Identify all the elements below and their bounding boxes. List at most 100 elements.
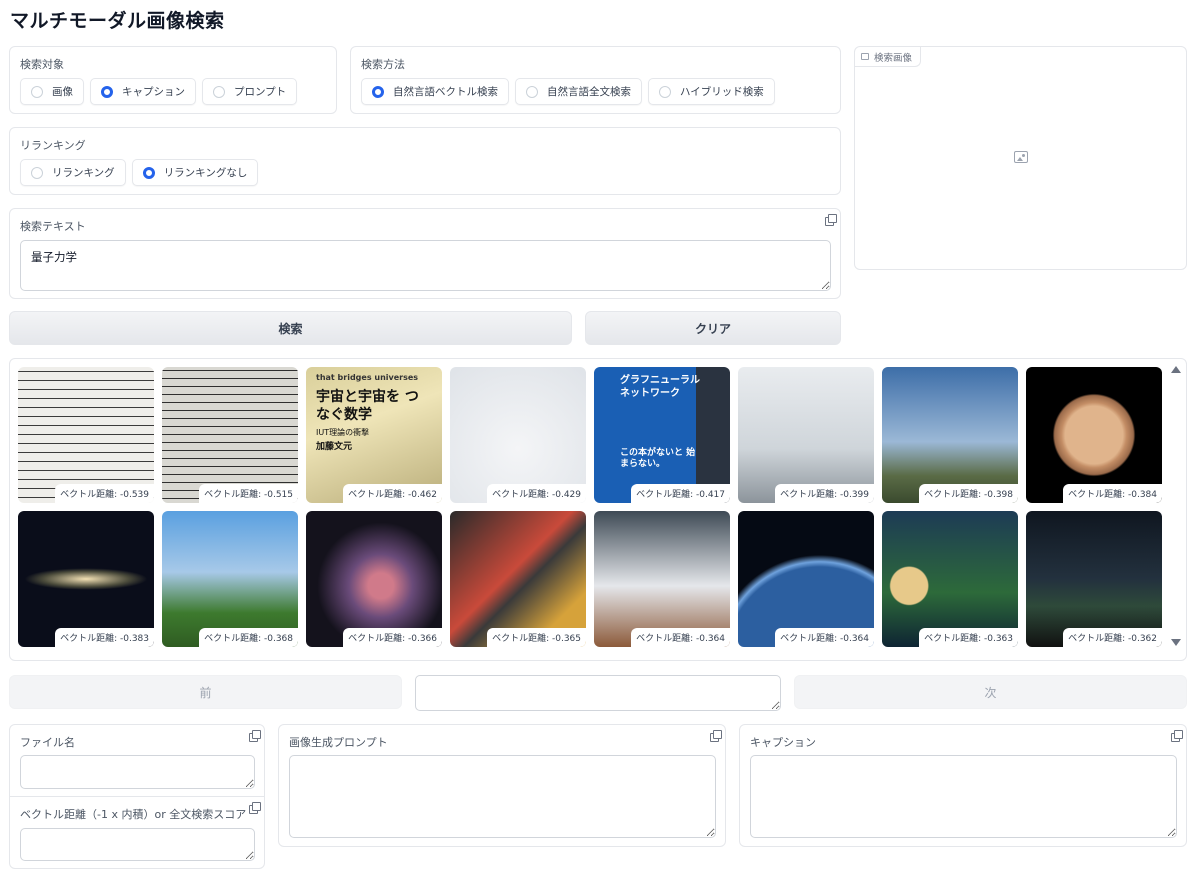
radio-target-prompt[interactable]: プロンプト bbox=[202, 78, 298, 105]
copy-icon[interactable] bbox=[1171, 730, 1183, 742]
search-target-label: 検索対象 bbox=[20, 58, 64, 71]
radio-label: プロンプト bbox=[234, 86, 287, 98]
result-grid: ベクトル距離: -0.539 ベクトル距離: -0.515 that bridges… bbox=[18, 367, 1162, 647]
radio-label: キャプション bbox=[122, 86, 185, 98]
prev-button[interactable]: 前 bbox=[9, 675, 402, 709]
result-score-badge: ベクトル距離: -0.417 bbox=[631, 484, 730, 503]
copy-icon[interactable] bbox=[710, 730, 722, 742]
book-cover-subtitle: that bridges universes bbox=[316, 373, 419, 382]
result-thumbnail[interactable]: ベクトル距離: -0.515 bbox=[162, 367, 298, 503]
book-cover-text: グラフニューラル ネットワーク この本がないと 始まらない。 bbox=[620, 375, 700, 471]
caption-field[interactable] bbox=[750, 755, 1177, 838]
radio-indicator bbox=[526, 85, 538, 98]
search-target-options: 画像 キャプション プロンプト bbox=[20, 78, 298, 105]
radio-method-hybrid[interactable]: ハイブリッド検索 bbox=[648, 78, 775, 105]
prompt-label: 画像生成プロンプト bbox=[289, 736, 388, 749]
result-gallery: ベクトル距離: -0.539 ベクトル距離: -0.515 that bridges… bbox=[9, 358, 1187, 661]
query-panel: 検索テキスト bbox=[9, 208, 841, 299]
radio-label: リランキング bbox=[52, 167, 115, 179]
radio-indicator bbox=[101, 85, 113, 98]
filename-label: ファイル名 bbox=[20, 736, 75, 749]
query-input[interactable] bbox=[20, 240, 831, 291]
search-method-options: 自然言語ベクトル検索 自然言語全文検索 ハイブリッド検索 bbox=[361, 78, 775, 105]
search-button[interactable]: 検索 bbox=[9, 311, 572, 345]
result-score-badge: ベクトル距離: -0.398 bbox=[919, 484, 1018, 503]
result-score-badge: ベクトル距離: -0.399 bbox=[775, 484, 874, 503]
clear-button[interactable]: クリア bbox=[585, 311, 841, 345]
score-field[interactable] bbox=[20, 828, 255, 861]
book-cover-subtitle: IUT理論の衝撃 bbox=[316, 428, 370, 437]
result-thumbnail[interactable]: ベクトル距離: -0.398 bbox=[882, 367, 1018, 503]
image-icon bbox=[861, 53, 869, 60]
search-target-panel: 検索対象 画像 キャプション プロンプト bbox=[9, 46, 337, 114]
radio-label: 自然言語ベクトル検索 bbox=[393, 86, 498, 98]
search-method-label: 検索方法 bbox=[361, 58, 405, 71]
result-score-badge: ベクトル距離: -0.539 bbox=[55, 484, 154, 503]
radio-indicator bbox=[372, 85, 384, 98]
result-thumbnail[interactable]: ベクトル距離: -0.364 bbox=[738, 511, 874, 647]
rerank-panel: リランキング リランキング リランキングなし bbox=[9, 127, 841, 195]
radio-target-image[interactable]: 画像 bbox=[20, 78, 84, 105]
scroll-up-arrow-icon[interactable] bbox=[1171, 366, 1181, 373]
result-score-badge: ベクトル距離: -0.462 bbox=[343, 484, 442, 503]
scroll-down-arrow-icon[interactable] bbox=[1171, 639, 1181, 646]
rerank-options: リランキング リランキングなし bbox=[20, 159, 259, 186]
result-score-badge: ベクトル距離: -0.365 bbox=[487, 628, 586, 647]
image-upload-icon[interactable] bbox=[1014, 151, 1028, 163]
radio-rerank-off[interactable]: リランキングなし bbox=[131, 159, 259, 186]
result-thumbnail[interactable]: ベクトル距離: -0.399 bbox=[738, 367, 874, 503]
result-score-badge: ベクトル距離: -0.384 bbox=[1063, 484, 1162, 503]
query-label: 検索テキスト bbox=[20, 220, 86, 233]
result-thumbnail[interactable]: ベクトル距離: -0.539 bbox=[18, 367, 154, 503]
next-button[interactable]: 次 bbox=[794, 675, 1187, 709]
rerank-label: リランキング bbox=[20, 139, 86, 152]
score-label: ベクトル距離（-1 x 内積）or 全文検索スコア bbox=[20, 808, 247, 821]
search-image-panel[interactable]: 検索画像 bbox=[854, 46, 1187, 270]
result-thumbnail[interactable]: ベクトル距離: -0.362 bbox=[1026, 511, 1162, 647]
radio-indicator bbox=[142, 166, 155, 179]
radio-label: ハイブリッド検索 bbox=[680, 86, 764, 98]
radio-indicator bbox=[31, 85, 43, 98]
radio-target-caption[interactable]: キャプション bbox=[90, 78, 196, 105]
radio-method-fulltext[interactable]: 自然言語全文検索 bbox=[515, 78, 642, 105]
result-score-badge: ベクトル距離: -0.429 bbox=[487, 484, 586, 503]
divider bbox=[10, 796, 264, 797]
result-thumbnail[interactable]: that bridges universes 宇宙と宇宙を つなぐ数学 IUT理論の… bbox=[306, 367, 442, 503]
radio-method-vector[interactable]: 自然言語ベクトル検索 bbox=[361, 78, 509, 105]
result-score-badge: ベクトル距離: -0.515 bbox=[199, 484, 298, 503]
book-cover-author: 加藤文元 bbox=[316, 442, 353, 452]
radio-rerank-on[interactable]: リランキング bbox=[20, 159, 126, 186]
prompt-field[interactable] bbox=[289, 755, 716, 838]
search-image-label: 検索画像 bbox=[855, 47, 922, 67]
result-thumbnail[interactable]: ベクトル距離: -0.368 bbox=[162, 511, 298, 647]
caption-detail-panel: キャプション bbox=[739, 724, 1187, 847]
copy-icon[interactable] bbox=[249, 802, 261, 814]
result-thumbnail[interactable]: ベクトル距離: -0.366 bbox=[306, 511, 442, 647]
search-method-panel: 検索方法 自然言語ベクトル検索 自然言語全文検索 ハイブリッド検索 bbox=[350, 46, 841, 114]
copy-icon[interactable] bbox=[249, 730, 261, 742]
caption-label: キャプション bbox=[750, 736, 816, 749]
result-thumbnail[interactable]: グラフニューラル ネットワーク この本がないと 始まらない。ベクトル距離: -0.… bbox=[594, 367, 730, 503]
filename-field[interactable] bbox=[20, 755, 255, 789]
prompt-detail-panel: 画像生成プロンプト bbox=[278, 724, 726, 847]
copy-icon[interactable] bbox=[825, 214, 837, 226]
result-thumbnail[interactable]: ベクトル距離: -0.364 bbox=[594, 511, 730, 647]
result-thumbnail[interactable]: ベクトル距離: -0.383 bbox=[18, 511, 154, 647]
page-input[interactable] bbox=[415, 675, 781, 711]
book-cover-title: 宇宙と宇宙を つなぐ数学 bbox=[316, 389, 419, 423]
result-score-badge: ベクトル距離: -0.364 bbox=[775, 628, 874, 647]
result-thumbnail[interactable]: ベクトル距離: -0.384 bbox=[1026, 367, 1162, 503]
radio-label: 自然言語全文検索 bbox=[547, 86, 631, 98]
radio-indicator bbox=[659, 85, 671, 98]
result-thumbnail[interactable]: ベクトル距離: -0.429 bbox=[450, 367, 586, 503]
result-score-badge: ベクトル距離: -0.362 bbox=[1063, 628, 1162, 647]
book-cover-tagline: この本がないと 始まらない。 bbox=[620, 448, 696, 470]
radio-label: リランキングなし bbox=[163, 167, 248, 179]
radio-indicator bbox=[31, 166, 43, 179]
result-score-badge: ベクトル距離: -0.383 bbox=[55, 628, 154, 647]
search-image-label-text: 検索画像 bbox=[874, 52, 913, 64]
result-score-badge: ベクトル距離: -0.364 bbox=[631, 628, 730, 647]
result-thumbnail[interactable]: ベクトル距離: -0.365 bbox=[450, 511, 586, 647]
book-cover-text: that bridges universes 宇宙と宇宙を つなぐ数学 IUT理論の… bbox=[316, 373, 432, 453]
result-thumbnail[interactable]: ベクトル距離: -0.363 bbox=[882, 511, 1018, 647]
